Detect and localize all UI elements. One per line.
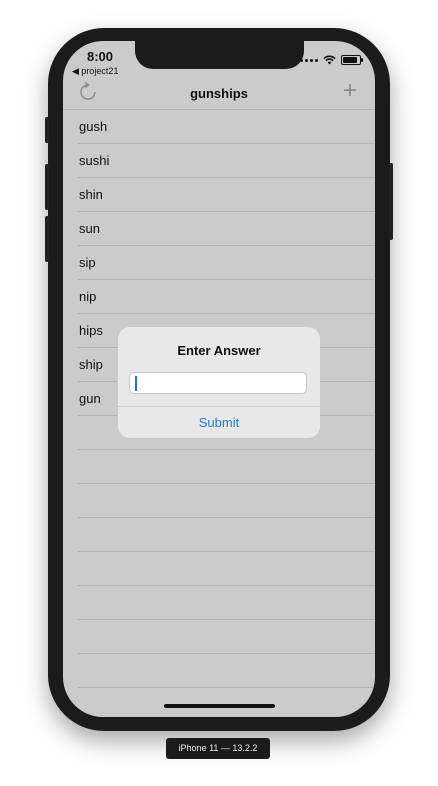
list-item	[78, 518, 375, 552]
list-item-label: hips	[79, 323, 103, 338]
enter-answer-alert: Enter Answer Submit	[118, 327, 320, 438]
list-item	[78, 450, 375, 484]
list-item	[78, 484, 375, 518]
volume-down-button	[45, 216, 49, 262]
status-icons	[300, 55, 363, 65]
list-item-label: gush	[79, 119, 108, 134]
navigation-bar: gunships +	[63, 79, 375, 110]
device-screen: 8:00 ◀ project21 gunships + gush sushi s…	[63, 41, 375, 717]
list-item-label: sushi	[79, 153, 110, 168]
list-item-label: sip	[79, 255, 96, 270]
status-time: 8:00	[87, 49, 114, 64]
list-item[interactable]: sun	[78, 212, 375, 246]
submit-button[interactable]: Submit	[118, 407, 320, 438]
list-item[interactable]: sip	[78, 246, 375, 280]
list-item-label: ship	[79, 357, 103, 372]
nav-title: gunships	[190, 86, 248, 101]
text-cursor	[135, 376, 137, 391]
list-item	[78, 552, 375, 586]
list-item	[78, 688, 375, 717]
list-item[interactable]: shin	[78, 178, 375, 212]
alert-title: Enter Answer	[177, 343, 261, 358]
status-back-to-app[interactable]: ◀ project21	[72, 66, 118, 77]
list-item	[78, 620, 375, 654]
list-item-label: nip	[79, 289, 97, 304]
wifi-icon	[323, 55, 336, 65]
simulator-device-label: iPhone 11 — 13.2.2	[166, 738, 270, 759]
answer-input[interactable]	[129, 372, 307, 394]
notch	[135, 41, 304, 69]
list-item-label: shin	[79, 187, 103, 202]
list-item[interactable]: nip	[78, 280, 375, 314]
list-item	[78, 654, 375, 688]
signal-icon	[300, 58, 318, 62]
mute-switch	[45, 117, 49, 143]
volume-up-button	[45, 164, 49, 210]
add-icon[interactable]: +	[339, 79, 361, 103]
power-button	[389, 163, 393, 240]
list-item-label: gun	[79, 391, 101, 406]
list-item[interactable]: sushi	[78, 144, 375, 178]
battery-icon	[341, 55, 363, 65]
list-item-label: sun	[79, 221, 100, 236]
list-item[interactable]: gush	[78, 110, 375, 144]
home-indicator[interactable]	[164, 704, 275, 708]
list-item	[78, 586, 375, 620]
